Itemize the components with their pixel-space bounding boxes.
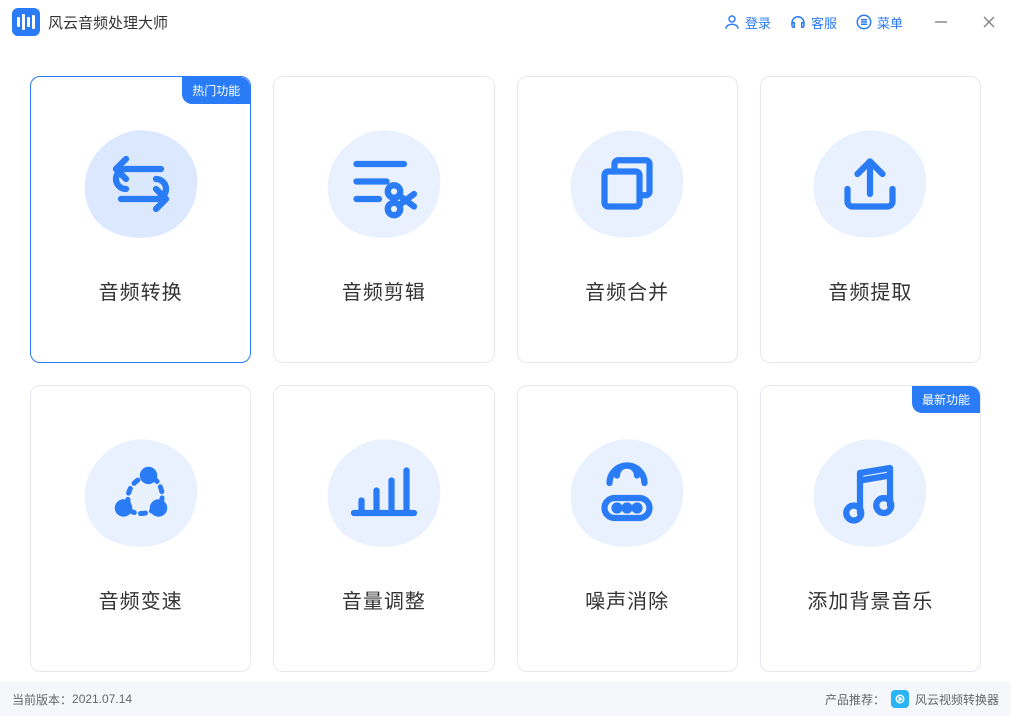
badge-new: 最新功能 — [912, 386, 980, 413]
card-add-bg-music[interactable]: 最新功能 添加背景音乐 — [760, 385, 981, 672]
product-recommend: 产品推荐： 风云视频转换器 — [825, 690, 999, 708]
card-noise-removal[interactable]: 噪声消除 — [517, 385, 738, 672]
card-label: 音频剪辑 — [342, 276, 426, 305]
close-button[interactable] — [979, 12, 999, 32]
volume-icon — [320, 429, 448, 557]
card-audio-edit[interactable]: 音频剪辑 — [273, 76, 494, 363]
card-audio-extract[interactable]: 音频提取 — [760, 76, 981, 363]
menu-label: 菜单 — [877, 13, 903, 32]
menu-button[interactable]: 菜单 — [855, 13, 903, 32]
card-label: 噪声消除 — [585, 585, 669, 614]
card-audio-speed[interactable]: 音频变速 — [30, 385, 251, 672]
card-label: 音频提取 — [828, 276, 912, 305]
app-logo-icon — [12, 8, 40, 36]
merge-icon — [563, 120, 691, 248]
badge-hot: 热门功能 — [182, 77, 250, 104]
titlebar-actions: 登录 客服 菜单 — [723, 12, 999, 32]
noise-icon — [563, 429, 691, 557]
support-label: 客服 — [811, 13, 837, 32]
user-icon — [723, 13, 741, 31]
card-label: 添加背景音乐 — [807, 585, 933, 614]
extract-icon — [806, 120, 934, 248]
card-label: 音量调整 — [342, 585, 426, 614]
scissors-icon — [320, 120, 448, 248]
music-icon — [806, 429, 934, 557]
titlebar: 风云音频处理大师 登录 客服 菜单 — [0, 0, 1011, 44]
app-title: 风云音频处理大师 — [48, 12, 168, 33]
headset-icon — [789, 13, 807, 31]
card-audio-merge[interactable]: 音频合并 — [517, 76, 738, 363]
support-button[interactable]: 客服 — [789, 13, 837, 32]
login-button[interactable]: 登录 — [723, 13, 771, 32]
menu-icon — [855, 13, 873, 31]
minimize-button[interactable] — [931, 12, 951, 32]
recommend-product-icon — [891, 690, 909, 708]
convert-icon — [77, 120, 205, 248]
close-icon — [981, 14, 997, 30]
statusbar: 当前版本： 2021.07.14 产品推荐： 风云视频转换器 — [0, 682, 1011, 716]
card-label: 音频变速 — [99, 585, 183, 614]
recommend-product-link[interactable]: 风云视频转换器 — [915, 691, 999, 708]
speed-icon — [77, 429, 205, 557]
card-volume-adjust[interactable]: 音量调整 — [273, 385, 494, 672]
card-label: 音频转换 — [99, 276, 183, 305]
recommend-label: 产品推荐： — [825, 691, 885, 708]
version-label: 当前版本： — [12, 691, 72, 708]
card-audio-convert[interactable]: 热门功能 音频转换 — [30, 76, 251, 363]
minimize-icon — [933, 14, 949, 30]
login-label: 登录 — [745, 13, 771, 32]
version-value: 2021.07.14 — [72, 692, 132, 706]
feature-grid: 热门功能 音频转换 音频剪辑 — [0, 44, 1011, 682]
card-label: 音频合并 — [585, 276, 669, 305]
